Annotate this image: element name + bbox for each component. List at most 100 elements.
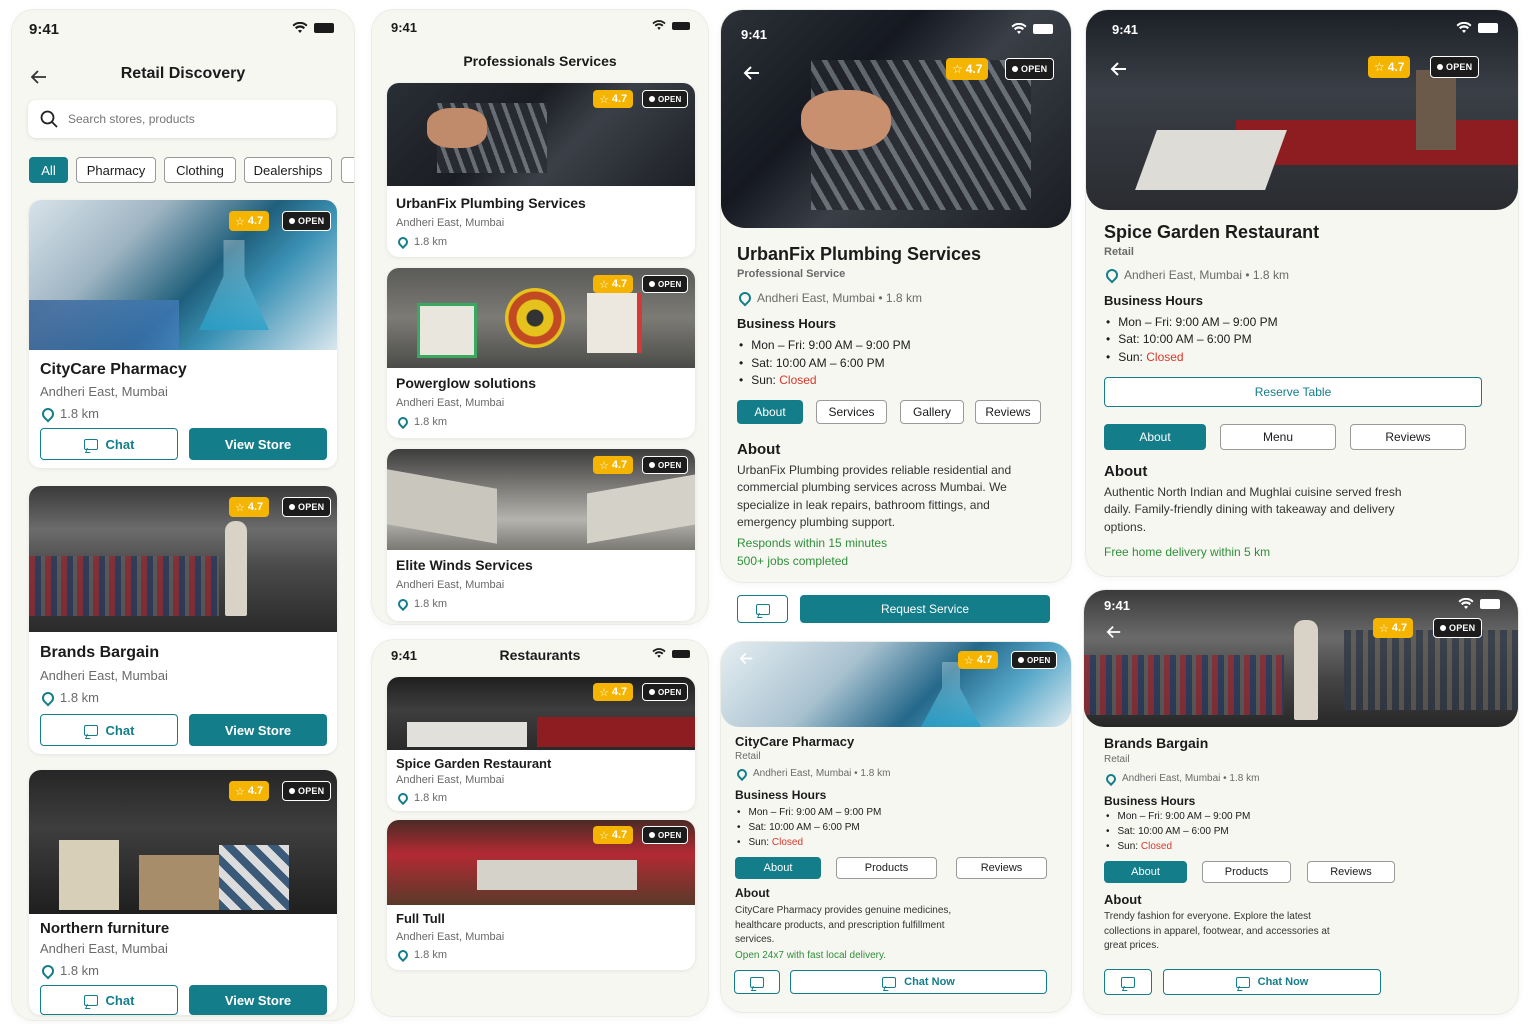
status-time: 9:41 [29, 21, 60, 38]
back-arrow-icon[interactable] [743, 64, 761, 82]
status-time: 9:41 [1104, 598, 1131, 613]
restaurant-card-full-tull[interactable]: ☆ 4.7 OPEN Full Tull Andheri East, Mumbai… [387, 820, 695, 970]
chat-icon [755, 603, 770, 615]
hero-photo [721, 10, 1071, 228]
rating-badge: ☆ 4.7 [593, 275, 634, 293]
location-pin-icon [39, 689, 57, 706]
chat-button[interactable]: Chat [40, 985, 178, 1015]
search-input[interactable] [68, 112, 308, 126]
chat-button[interactable]: Chat [40, 428, 178, 460]
star-icon: ☆ [235, 215, 245, 228]
business-category: Retail [1104, 754, 1130, 765]
filter-dealerships[interactable]: Dealerships [244, 157, 332, 183]
hours-sunday: Sun: Closed [739, 373, 816, 387]
restaurant-card-spice-garden[interactable]: ☆ 4.7 OPEN Spice Garden Restaurant Andher… [387, 677, 695, 811]
chat-icon [882, 976, 897, 988]
battery-icon [314, 23, 334, 33]
request-service-button[interactable]: Request Service [800, 595, 1050, 623]
star-icon: ☆ [952, 62, 963, 76]
tab-about[interactable]: About [737, 400, 803, 424]
chat-button[interactable]: Chat [40, 714, 178, 746]
back-arrow-icon[interactable] [739, 651, 754, 666]
open-badge: OPEN [642, 90, 689, 108]
rating-badge: ☆ 4.7 [229, 781, 270, 801]
hours-weekday: Mon – Fri: 9:00 AM – 9:00 PM [737, 807, 882, 818]
service-card-powerglow[interactable]: ☆ 4.7 OPEN Powerglow solutions Andheri Ea… [387, 268, 695, 438]
service-area: Andheri East, Mumbai [396, 217, 505, 229]
search-bar[interactable] [28, 100, 336, 138]
tab-reviews[interactable]: Reviews [975, 400, 1041, 424]
battery-icon [672, 21, 690, 30]
back-arrow-icon[interactable] [1110, 60, 1128, 78]
filter-more[interactable] [341, 157, 354, 183]
tab-products[interactable]: Products [836, 857, 937, 879]
restaurant-distance: 1.8 km [395, 947, 447, 963]
message-button[interactable] [734, 970, 780, 994]
store-card-brands-bargain[interactable]: ☆ 4.7 OPEN Brands Bargain Andheri East, M… [29, 486, 337, 754]
view-store-button[interactable]: View Store [189, 428, 327, 460]
status-time: 9:41 [741, 27, 768, 42]
chat-icon [1121, 976, 1135, 988]
tab-about[interactable]: About [1104, 861, 1187, 883]
message-button[interactable] [1104, 969, 1152, 995]
service-area: Andheri East, Mumbai [396, 579, 505, 591]
chat-icon [83, 724, 98, 736]
rating-badge: ☆ 4.7 [229, 211, 270, 231]
wifi-icon [652, 648, 666, 658]
rating-badge: ☆ 4.7 [958, 651, 999, 669]
hours-saturday: Sat: 10:00 AM – 6:00 PM [1106, 332, 1251, 346]
filter-pharmacy[interactable]: Pharmacy [76, 157, 156, 183]
location-pin-icon [395, 414, 411, 430]
location-pin-icon [736, 289, 754, 307]
view-store-button[interactable]: View Store [189, 985, 327, 1015]
back-arrow-icon[interactable] [1106, 624, 1122, 640]
tab-about[interactable]: About [1104, 424, 1206, 450]
chat-now-button[interactable]: Chat Now [1163, 969, 1381, 995]
plumbing-detail-screen: 9:41 ☆ 4.7 OPEN UrbanFix Plumbing Service… [721, 10, 1071, 582]
chat-icon [750, 976, 764, 988]
hours-saturday: Sat: 10:00 AM – 6:00 PM [737, 822, 860, 833]
hours-saturday: Sat: 10:00 AM – 6:00 PM [1106, 826, 1229, 837]
location-pin-icon [39, 405, 57, 422]
message-button[interactable] [737, 595, 788, 623]
tab-reviews[interactable]: Reviews [1307, 861, 1395, 883]
restaurant-name: Full Tull [396, 911, 445, 926]
professionals-screen: 9:41 Professionals Services ☆ 4.7 OPEN Ur… [372, 10, 708, 624]
status-icons [1458, 598, 1500, 610]
restaurant-name: Spice Garden Restaurant [396, 756, 552, 771]
reserve-table-button[interactable]: Reserve Table [1104, 377, 1482, 407]
tab-menu[interactable]: Menu [1220, 424, 1336, 450]
tab-products[interactable]: Products [1202, 861, 1291, 883]
tab-gallery[interactable]: Gallery [900, 400, 964, 424]
open-badge: OPEN [642, 456, 689, 474]
business-name: Brands Bargain [1104, 735, 1209, 751]
service-card-elite-winds[interactable]: ☆ 4.7 OPEN Elite Winds Services Andheri E… [387, 449, 695, 621]
star-icon: ☆ [1374, 60, 1385, 74]
view-store-button[interactable]: View Store [189, 714, 327, 746]
business-location: Andheri East, Mumbai • 1.8 km [734, 766, 890, 781]
tab-about[interactable]: About [735, 857, 821, 879]
store-card-northern-furniture[interactable]: ☆ 4.7 OPEN Northern furniture Andheri Eas… [29, 770, 337, 1015]
filter-clothing[interactable]: Clothing [164, 157, 236, 183]
open-badge: OPEN [1005, 58, 1055, 80]
tab-services[interactable]: Services [816, 400, 887, 424]
service-card-urbanfix[interactable]: ☆ 4.7 OPEN UrbanFix Plumbing Services And… [387, 83, 695, 257]
store-area: Andheri East, Mumbai [40, 941, 168, 956]
star-icon: ☆ [599, 829, 609, 842]
business-location: Andheri East, Mumbai • 1.8 km [1103, 771, 1259, 786]
business-hours-heading: Business Hours [1104, 293, 1203, 308]
tab-reviews[interactable]: Reviews [956, 857, 1047, 879]
location-pin-icon [395, 790, 411, 806]
restaurant-area: Andheri East, Mumbai [396, 931, 505, 943]
status-time: 9:41 [1112, 22, 1139, 37]
about-heading: About [735, 886, 770, 900]
battery-icon [1033, 24, 1053, 34]
filter-all[interactable]: All [29, 157, 68, 183]
page-title: Professionals Services [463, 53, 617, 69]
chat-now-button[interactable]: Chat Now [790, 970, 1047, 994]
tab-reviews[interactable]: Reviews [1350, 424, 1466, 450]
store-name: Brands Bargain [40, 644, 160, 661]
business-name: UrbanFix Plumbing Services [737, 244, 982, 264]
hours-weekday: Mon – Fri: 9:00 AM – 9:00 PM [1106, 811, 1251, 822]
store-card-citycare[interactable]: ☆ 4.7 OPEN CityCare Pharmacy Andheri East… [29, 200, 337, 468]
